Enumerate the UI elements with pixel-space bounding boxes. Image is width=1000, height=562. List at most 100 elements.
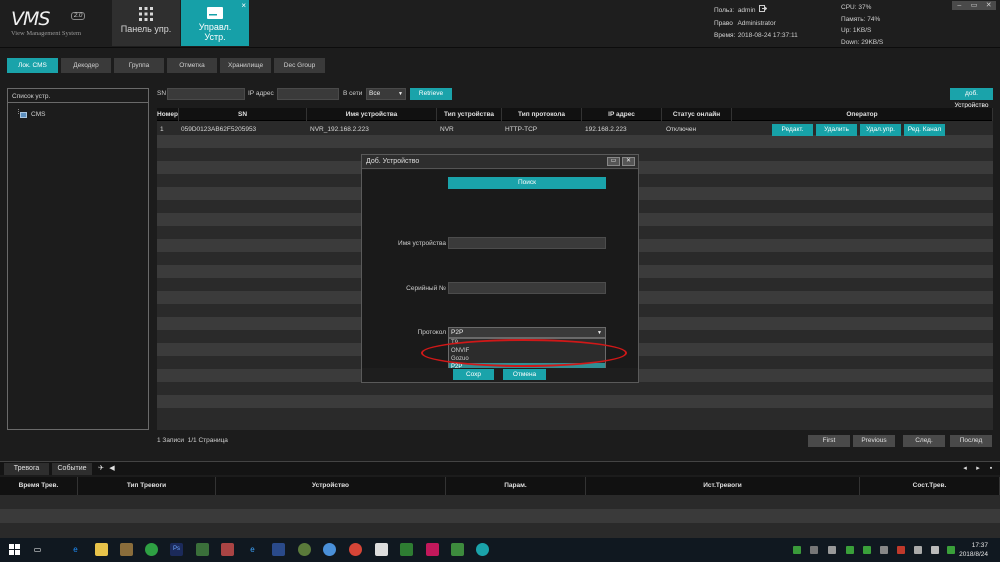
tray-icon[interactable] [947, 546, 955, 554]
search-button[interactable]: Поиск [448, 177, 606, 189]
vms-app-icon[interactable] [476, 543, 489, 556]
app-icon[interactable] [298, 543, 311, 556]
alarm-table-body [0, 495, 1000, 538]
close-window-icon[interactable]: ✕ [981, 1, 996, 10]
remote-delete-button[interactable]: Удал.упр. [860, 124, 901, 136]
records-count: 1 Записи [157, 437, 184, 444]
logo-subtitle: View Management System [11, 30, 82, 37]
maximize-icon[interactable]: ▭ [967, 1, 982, 10]
tray-icon[interactable] [863, 546, 871, 554]
tray-icon[interactable] [810, 546, 818, 554]
cancel-button[interactable]: Отмена [503, 369, 546, 380]
tab-alarm[interactable]: Тревога [4, 463, 49, 475]
app-icon[interactable] [400, 543, 413, 556]
online-select[interactable]: Все ▼ [366, 88, 406, 100]
tab-storage[interactable]: Хранилище [220, 58, 271, 73]
app-icon[interactable] [120, 543, 133, 556]
tray-icon[interactable] [846, 546, 854, 554]
device-name-input[interactable] [448, 237, 606, 249]
tab-device-management[interactable]: × Управл. Устр. [181, 0, 249, 46]
app-icon[interactable] [272, 543, 285, 556]
chrome-icon[interactable] [349, 543, 362, 556]
tray-icon[interactable] [880, 546, 888, 554]
table-row [157, 408, 993, 421]
dialog-close-icon[interactable]: ✕ [622, 157, 635, 166]
windows-taskbar: ▭ e Ps e 17:37 2018/8/24 [0, 538, 1000, 562]
app-icon[interactable] [375, 543, 388, 556]
file-explorer-icon[interactable] [95, 543, 108, 556]
logout-icon[interactable] [759, 5, 768, 12]
cell-sn: 059D0123AB62F5205953 [181, 126, 257, 133]
serial-input[interactable] [448, 282, 606, 294]
next-page-button[interactable]: След. [903, 435, 945, 447]
server-node-icon [20, 111, 27, 118]
network-icon[interactable] [914, 546, 922, 554]
task-view-icon[interactable]: ▭ [31, 543, 44, 556]
app-icon[interactable] [323, 543, 336, 556]
current-time: 2018-08-24 17:37:11 [737, 32, 798, 39]
dialog-maximize-icon[interactable]: ▭ [607, 157, 620, 166]
protocol-select[interactable]: P2P ▼ [448, 327, 606, 338]
table-row [157, 135, 993, 148]
sound-icon[interactable]: ◀ [107, 463, 117, 475]
highlight-ring [421, 339, 627, 367]
previous-page-button[interactable]: Previous [853, 435, 895, 447]
app-icon[interactable] [426, 543, 439, 556]
dropdown-arrow-icon: ▼ [597, 330, 602, 336]
tab-control-panel[interactable]: Панель упр. [112, 0, 180, 46]
device-name-label: Имя устройства [398, 240, 446, 247]
col-alarm-device: Устройство [216, 477, 446, 495]
tab-local-cms[interactable]: Лок. CMS [7, 58, 58, 73]
window-controls: ‒ ▭ ✕ [952, 1, 996, 10]
records-info: 1 Записи 1/1 Страница [157, 437, 228, 444]
last-page-button[interactable]: Послед [950, 435, 992, 447]
tab-event[interactable]: Событие [52, 463, 92, 475]
tray-icon[interactable] [793, 546, 801, 554]
tray-icon[interactable] [897, 546, 905, 554]
close-panel-icon[interactable]: ▪ [986, 463, 996, 475]
delete-button[interactable]: Удалить [816, 124, 857, 136]
tray-icon[interactable] [828, 546, 836, 554]
protocol-label: Протокол [417, 329, 446, 336]
cpu-usage: CPU: 37% [841, 4, 872, 11]
windows-start-icon[interactable] [9, 544, 20, 555]
app-icon[interactable] [451, 543, 464, 556]
col-operator: Оператор [732, 108, 993, 121]
serial-label: Серийный № [406, 285, 446, 292]
tab-dec-group[interactable]: Dec Group [274, 58, 325, 73]
ip-input[interactable] [277, 88, 339, 100]
sn-input[interactable] [167, 88, 245, 100]
volume-icon[interactable] [931, 546, 939, 554]
tab-group[interactable]: Группа [114, 58, 164, 73]
app-icon[interactable] [221, 543, 234, 556]
cell-number: 1 [160, 126, 164, 133]
add-device-button[interactable]: доб. Устройство [950, 88, 993, 109]
tab-mark[interactable]: Отметка [167, 58, 217, 73]
close-icon[interactable]: × [241, 1, 246, 10]
session-info: Польз: admin Право Administrator Время: … [714, 5, 798, 39]
tab-decoder[interactable]: Декодер [61, 58, 111, 73]
dock-icon[interactable]: ◂ [960, 463, 970, 475]
photoshop-icon[interactable]: Ps [170, 543, 183, 556]
minimize-icon[interactable]: ‒ [952, 1, 967, 10]
app-icon[interactable] [145, 543, 158, 556]
edge-icon[interactable]: e [69, 543, 82, 556]
table-row [0, 509, 1000, 523]
clear-icon[interactable]: ✈ [96, 463, 106, 475]
app-icon[interactable] [196, 543, 209, 556]
dialog-body: Поиск Имя устройства Серийный № Протокол… [362, 170, 638, 371]
retrieve-button[interactable]: Retrieve [410, 88, 452, 100]
taskbar-clock[interactable]: 17:37 2018/8/24 [959, 541, 988, 559]
sn-label: SN [157, 90, 167, 97]
cell-ip: 192.168.2.223 [585, 126, 627, 133]
ie-icon[interactable]: e [246, 543, 259, 556]
col-number: Номер [157, 108, 179, 121]
expand-icon[interactable]: ▸ [973, 463, 983, 475]
tree-node-cms[interactable]: CMS [14, 111, 45, 118]
edit-channel-button[interactable]: Ред. Канал [904, 124, 945, 136]
sub-tabs: Лок. CMS Декодер Группа Отметка Хранилищ… [7, 58, 328, 73]
upload-rate: Up: 1KB/S [841, 27, 872, 34]
save-button[interactable]: Сохр [453, 369, 494, 380]
first-page-button[interactable]: First [808, 435, 850, 447]
edit-button[interactable]: Редакт. [772, 124, 813, 136]
